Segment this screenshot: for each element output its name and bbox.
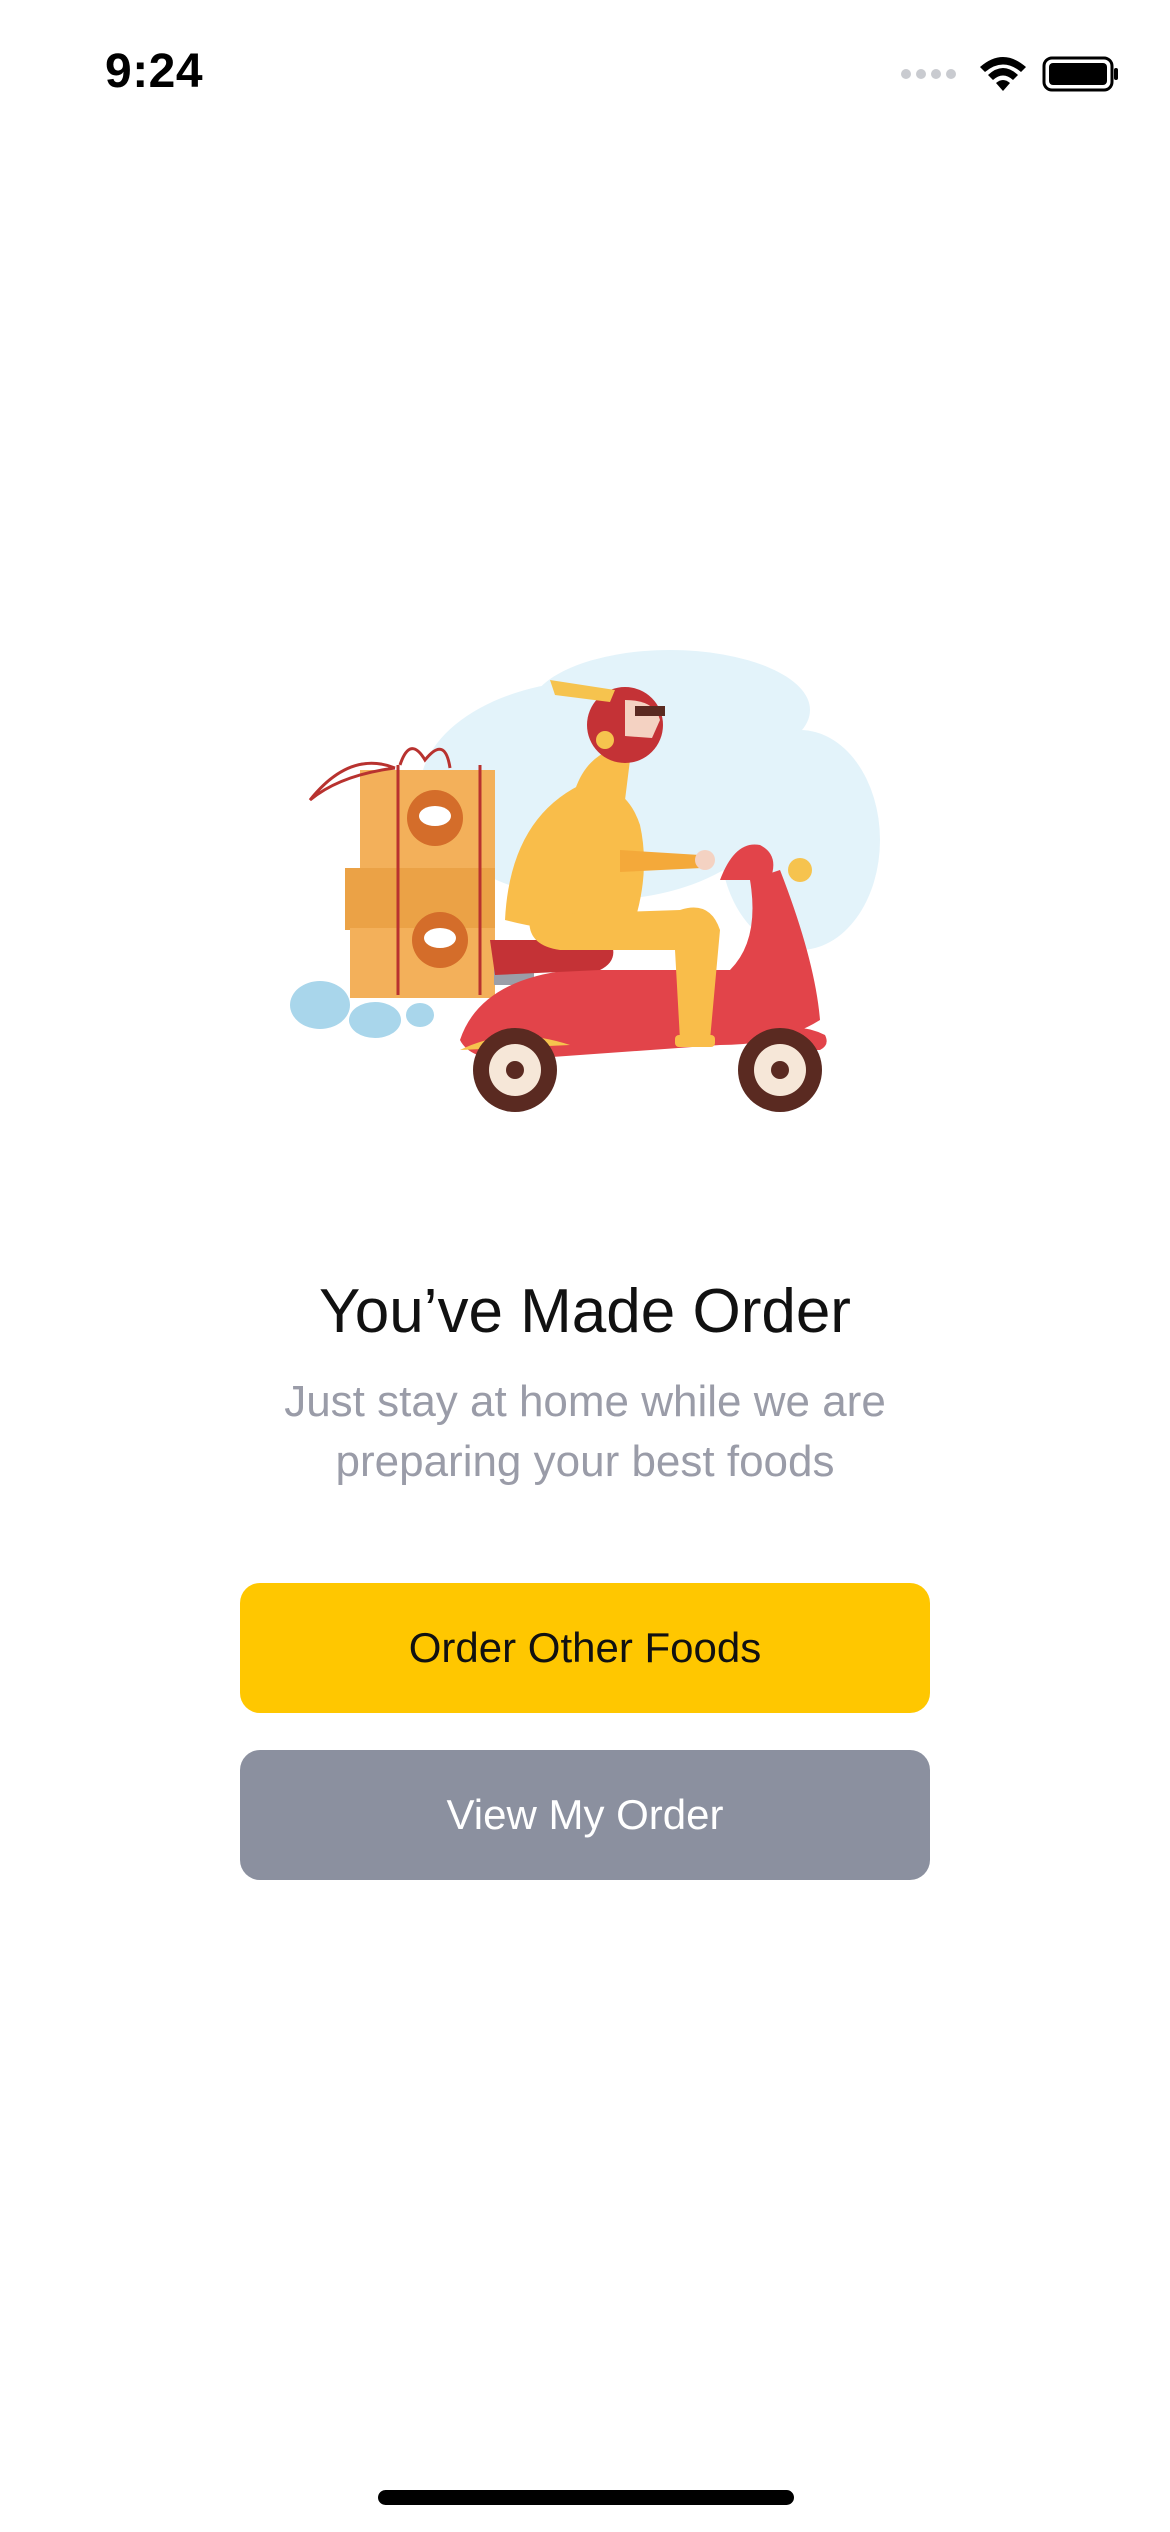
confirmation-subtitle: Just stay at home while we are preparing… xyxy=(284,1377,886,1486)
status-time: 9:24 xyxy=(105,45,204,98)
status-icons xyxy=(901,52,1120,96)
view-my-order-button[interactable]: View My Order xyxy=(240,1750,930,1880)
order-other-foods-button[interactable]: Order Other Foods xyxy=(240,1583,930,1713)
status-bar: 9:24 xyxy=(0,0,1170,150)
cellular-signal-icon xyxy=(901,69,956,79)
battery-icon xyxy=(1042,56,1118,92)
delivery-scooter-illustration xyxy=(290,650,880,1112)
confirmation-title: You’ve Made Order xyxy=(319,1277,851,1346)
view-my-order-label: View My Order xyxy=(446,1791,724,1838)
order-other-foods-label: Order Other Foods xyxy=(408,1624,762,1671)
wifi-icon xyxy=(980,57,1026,91)
home-indicator[interactable] xyxy=(378,2490,794,2505)
